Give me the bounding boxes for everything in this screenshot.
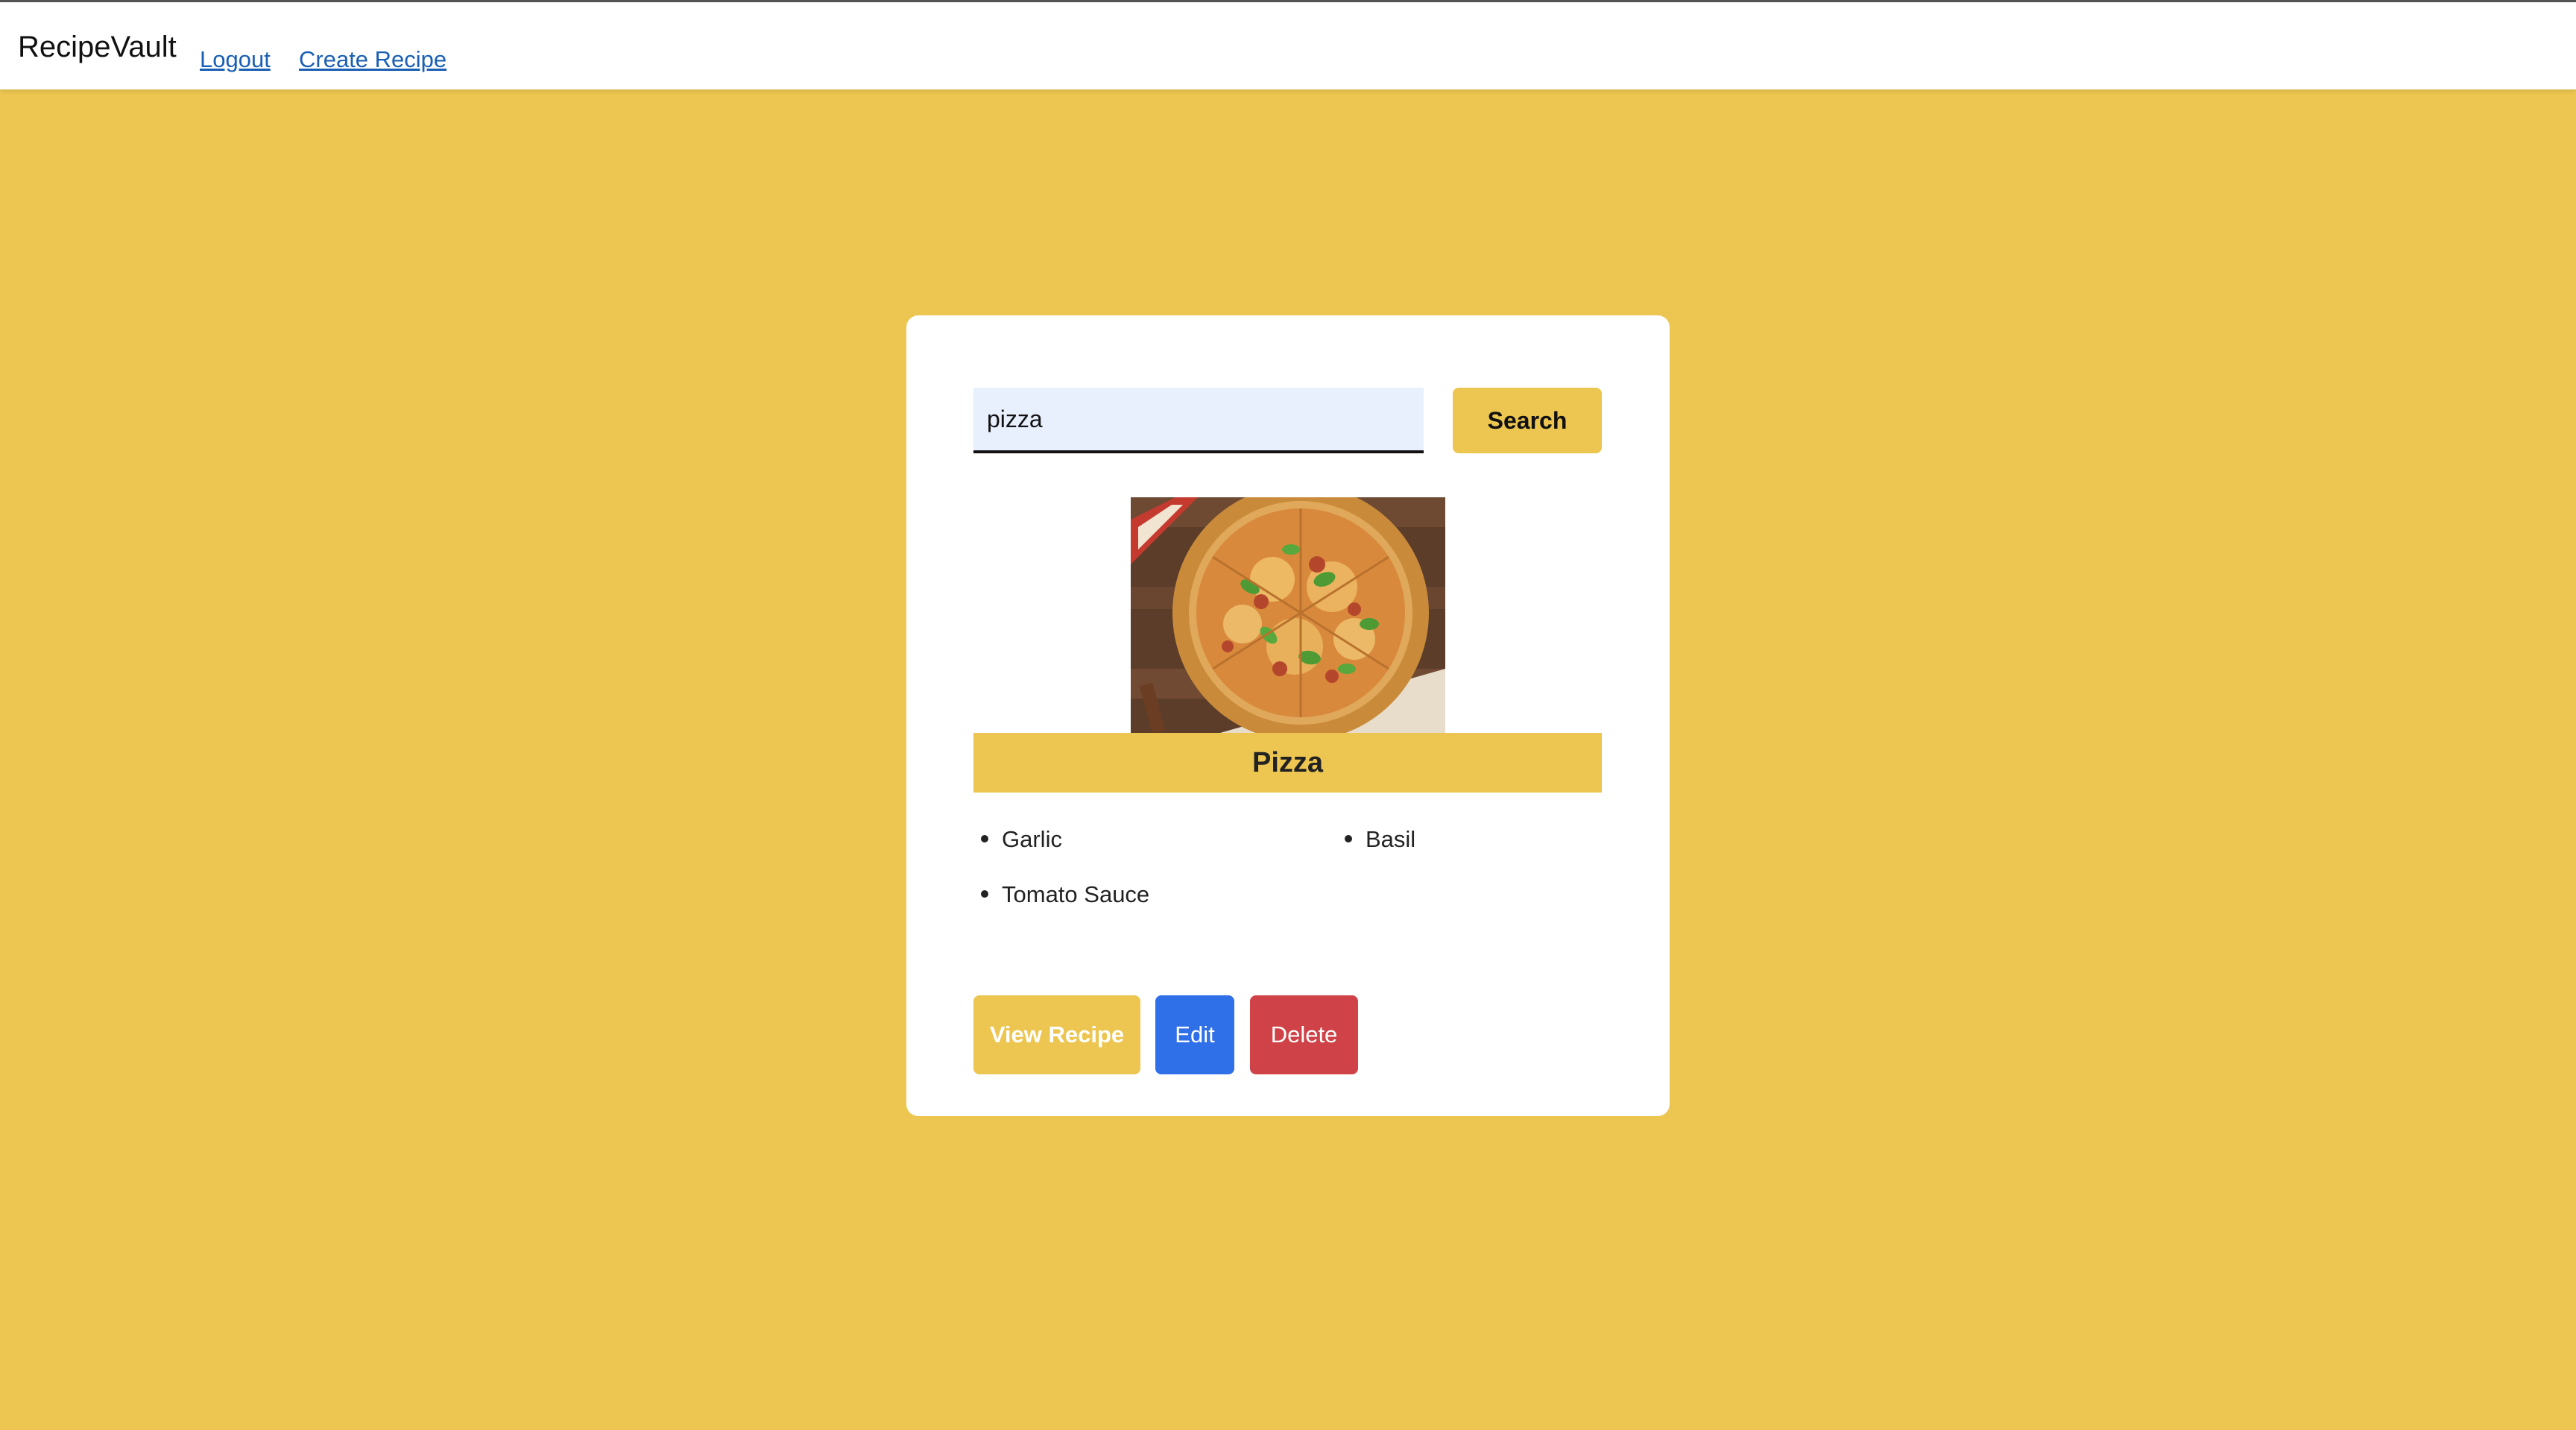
recipe-title-bar: Pizza xyxy=(973,733,1602,793)
logout-link[interactable]: Logout xyxy=(200,45,271,74)
ingredient-label: Basil xyxy=(1366,826,1416,852)
ingredient-label: Garlic xyxy=(1002,826,1062,852)
brand-logo-text[interactable]: RecipeVault xyxy=(18,29,177,65)
navbar: RecipeVault Logout Create Recipe xyxy=(0,2,2576,89)
search-input[interactable] xyxy=(973,388,1424,453)
bullet-icon xyxy=(981,834,988,842)
search-button[interactable]: Search xyxy=(1453,388,1602,453)
bullet-icon xyxy=(981,889,988,898)
pizza-illustration xyxy=(1131,497,1445,733)
recipe-title: Pizza xyxy=(1251,746,1324,778)
view-recipe-button[interactable]: View Recipe xyxy=(973,995,1140,1074)
ingredient-item: Tomato Sauce xyxy=(981,881,1149,909)
ingredient-item: Garlic xyxy=(981,825,1062,854)
ingredient-item: Basil xyxy=(1345,825,1415,854)
create-recipe-link[interactable]: Create Recipe xyxy=(299,45,446,74)
delete-button[interactable]: Delete xyxy=(1250,995,1358,1074)
edit-button[interactable]: Edit xyxy=(1155,995,1234,1074)
recipe-image xyxy=(1131,497,1445,733)
recipe-search-card: Search xyxy=(906,315,1670,1116)
bullet-icon xyxy=(1345,834,1352,842)
ingredient-label: Tomato Sauce xyxy=(1002,881,1150,907)
